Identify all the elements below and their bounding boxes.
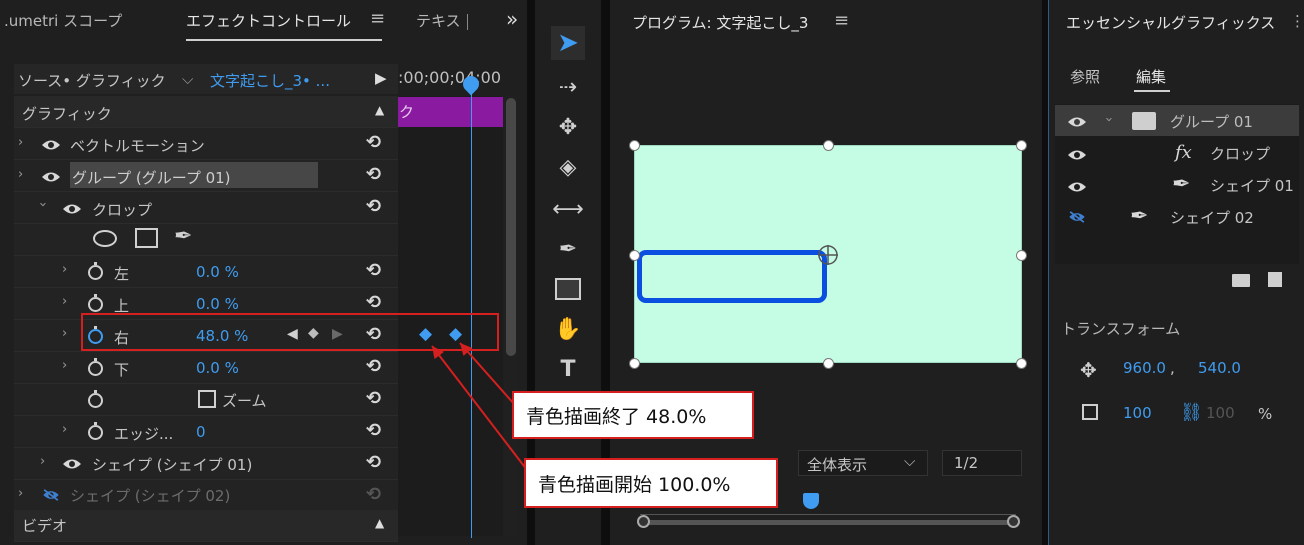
callout-end: 青色描画終了 48.0% xyxy=(512,391,754,439)
callout-start: 青色描画開始 100.0% xyxy=(524,458,778,508)
